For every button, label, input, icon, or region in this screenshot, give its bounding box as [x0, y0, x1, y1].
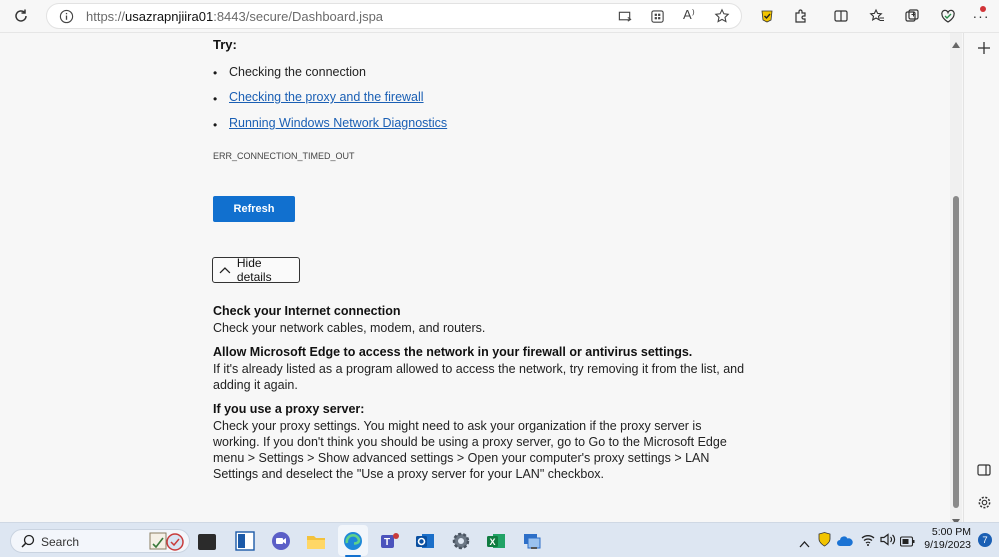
extensions-puzzle-icon[interactable]: [788, 4, 814, 28]
grid-apps-icon[interactable]: [650, 9, 665, 29]
outlook-icon[interactable]: [415, 531, 435, 551]
widgets-icon[interactable]: [235, 531, 255, 551]
browser-essentials-icon[interactable]: [935, 4, 961, 28]
suggestion-check-connection: Checking the connection: [229, 65, 366, 79]
section2-line: adding it again.: [213, 378, 298, 392]
error-code: ERR_CONNECTION_TIMED_OUT: [213, 151, 355, 161]
collections-icon[interactable]: [899, 4, 925, 28]
section1-title: Check your Internet connection: [213, 304, 401, 318]
settings-gear-icon[interactable]: [451, 531, 471, 551]
bullet: •: [213, 92, 218, 106]
file-explorer-icon[interactable]: [306, 531, 326, 551]
add-sidebar-item-icon[interactable]: [978, 41, 990, 59]
app-available-icon[interactable]: [617, 9, 633, 29]
scrollbar-thumb[interactable]: [953, 196, 959, 508]
suggestion-network-diagnostics-link[interactable]: Running Windows Network Diagnostics: [229, 116, 447, 130]
extension-check-icon[interactable]: [754, 4, 780, 28]
split-screen-icon[interactable]: [828, 4, 854, 28]
clock-date: 9/19/2023: [924, 539, 971, 551]
teams-icon[interactable]: T: [380, 531, 400, 551]
address-bar[interactable]: https://usazrapnjiira01:8443/secure/Dash…: [46, 3, 742, 29]
edge-icon[interactable]: [343, 531, 363, 551]
volume-icon[interactable]: [880, 533, 896, 551]
scroll-up-arrow-icon[interactable]: [952, 35, 960, 53]
windows-taskbar: Search T X 5:00 PM 9/19/2023 7: [0, 522, 999, 557]
url-text: https://usazrapnjiira01:8443/secure/Dash…: [86, 9, 384, 24]
suggestion-proxy-firewall-link[interactable]: Checking the proxy and the firewall: [229, 90, 424, 104]
bullet: •: [213, 118, 218, 132]
notification-dot: [980, 6, 986, 12]
chevron-up-icon: [219, 267, 231, 274]
hide-details-label: Hide details: [236, 256, 272, 284]
section2-line: If it's already listed as a program allo…: [213, 362, 745, 376]
refresh-icon[interactable]: [8, 4, 34, 28]
favorites-icon[interactable]: [864, 4, 890, 28]
error-page: Try: • Checking the connection • Checkin…: [0, 33, 950, 522]
hide-details-button[interactable]: Hide details: [212, 256, 300, 284]
search-label: Search: [41, 535, 80, 549]
show-hidden-icons-chevron-icon[interactable]: [799, 535, 810, 553]
sidebar-settings-gear-icon[interactable]: [977, 495, 992, 515]
excel-icon[interactable]: X: [486, 531, 506, 551]
clock-time: 5:00 PM: [931, 526, 971, 538]
search-highlight-icon: [148, 530, 186, 557]
section1-text: Check your network cables, modem, and ro…: [213, 321, 486, 335]
battery-icon[interactable]: [899, 534, 915, 552]
section3-line: working. If you don't think you should b…: [213, 435, 727, 449]
wifi-icon[interactable]: [861, 533, 875, 551]
edge-sidebar: [963, 33, 999, 522]
page-scrollbar[interactable]: [950, 33, 962, 525]
clock[interactable]: 5:00 PM 9/19/2023: [919, 526, 971, 552]
browser-toolbar: https://usazrapnjiira01:8443/secure/Dash…: [0, 0, 999, 33]
norton-shield-icon[interactable]: [818, 532, 831, 552]
favorite-star-icon[interactable]: [714, 8, 730, 29]
read-aloud-icon[interactable]: A⁾: [683, 7, 695, 23]
section3-line: Check your proxy settings. You might nee…: [213, 419, 702, 433]
section3-line: Settings and deselect the "Use a proxy s…: [213, 467, 605, 481]
task-view-icon[interactable]: [198, 534, 216, 550]
section3-line: menu > Settings > Show advanced settings…: [213, 451, 710, 465]
section3-title: If you use a proxy server:: [213, 402, 365, 416]
svg-text:T: T: [384, 537, 390, 548]
remote-desktop-icon[interactable]: [522, 531, 542, 551]
section2-title: Allow Microsoft Edge to access the netwo…: [213, 345, 693, 359]
try-heading: Try:: [213, 37, 237, 52]
refresh-button[interactable]: Refresh: [213, 196, 295, 222]
svg-text:X: X: [490, 537, 496, 547]
search-icon: [21, 534, 35, 553]
bullet: •: [213, 66, 218, 80]
onedrive-cloud-icon[interactable]: [837, 534, 853, 552]
notification-badge[interactable]: 7: [978, 533, 992, 547]
teams-chat-icon[interactable]: [271, 531, 291, 551]
hide-sidebar-icon[interactable]: [977, 463, 991, 482]
taskbar-search-box[interactable]: Search: [10, 529, 190, 553]
site-info-icon[interactable]: [59, 9, 74, 29]
